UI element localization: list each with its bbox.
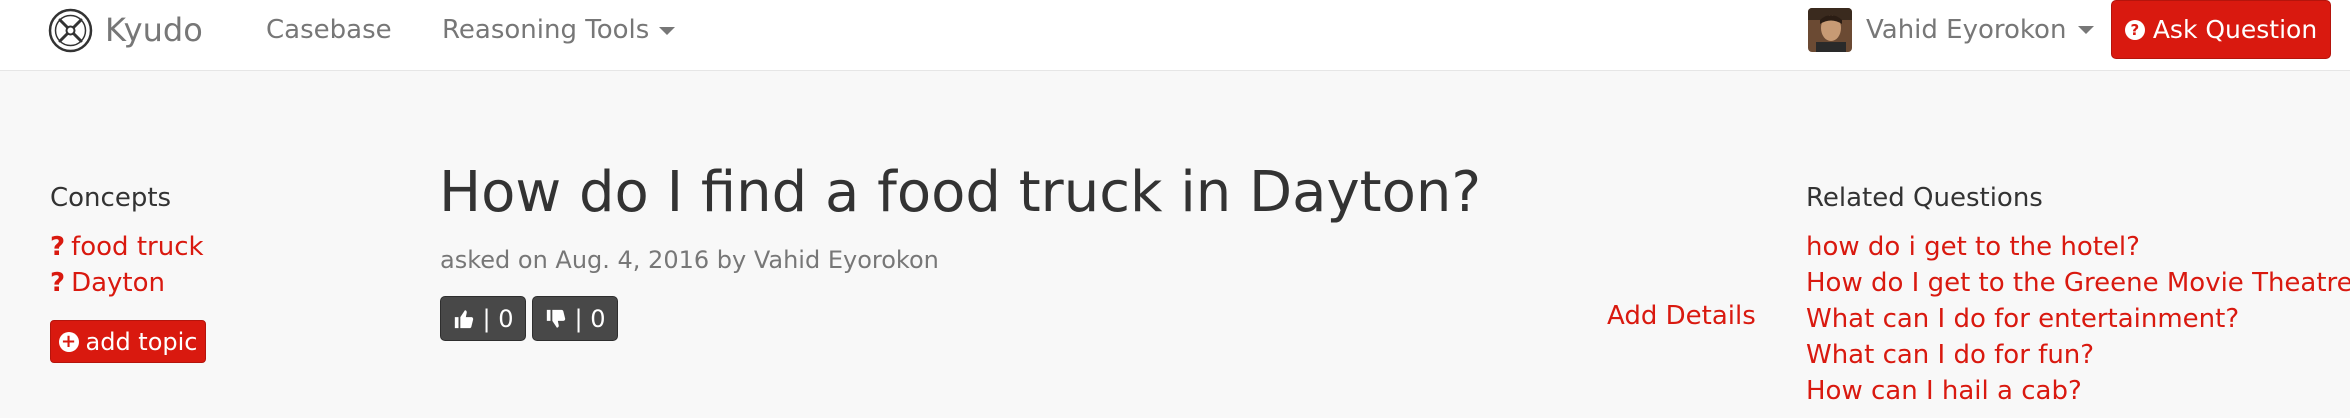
- downvote-button[interactable]: | 0: [532, 296, 618, 341]
- add-details-link[interactable]: Add Details: [1607, 301, 1756, 331]
- question-mark-icon: ?: [50, 268, 66, 298]
- thumbs-up-icon: [454, 309, 473, 328]
- related-question-link[interactable]: What can I do for entertainment?: [1806, 304, 2239, 334]
- related-question-link[interactable]: What can I do for fun?: [1806, 340, 2094, 370]
- concept-link-food-truck[interactable]: ? food truck: [50, 232, 204, 262]
- concept-label: food truck: [71, 232, 204, 262]
- nav-reasoning-tools-label: Reasoning Tools: [442, 15, 650, 45]
- ask-question-button[interactable]: ? Ask Question: [2111, 0, 2331, 59]
- plus-circle-icon: +: [58, 331, 79, 352]
- brand-link[interactable]: Kyudo: [48, 7, 203, 53]
- question-meta: asked on Aug. 4, 2016 by Vahid Eyorokon: [440, 246, 939, 274]
- nav-casebase[interactable]: Casebase: [266, 14, 392, 46]
- related-question-link[interactable]: How can I hail a cab?: [1806, 376, 2082, 406]
- related-question-link[interactable]: how do i get to the hotel?: [1806, 232, 2140, 262]
- question-circle-icon: ?: [2124, 19, 2145, 40]
- downvote-count: | 0: [574, 304, 606, 333]
- user-menu[interactable]: Vahid Eyorokon: [1808, 8, 2095, 52]
- upvote-count: | 0: [482, 304, 514, 333]
- thumbs-down-icon: [546, 309, 565, 328]
- caret-down-icon: [659, 26, 676, 35]
- concept-label: Dayton: [71, 268, 166, 298]
- concept-link-dayton[interactable]: ? Dayton: [50, 268, 165, 298]
- avatar: [1808, 8, 1852, 52]
- question-mark-icon: ?: [50, 232, 66, 262]
- top-navbar: Kyudo Casebase Reasoning Tools Vahid Eyo…: [0, 0, 2350, 71]
- nav-reasoning-tools[interactable]: Reasoning Tools: [442, 14, 676, 46]
- question-title: How do I find a food truck in Dayton?: [439, 160, 1482, 225]
- brand-name: Kyudo: [105, 11, 203, 49]
- caret-down-icon: [2078, 26, 2095, 34]
- kyudo-logo-icon: [48, 8, 93, 52]
- concepts-heading: Concepts: [50, 183, 172, 213]
- user-name: Vahid Eyorokon: [1866, 15, 2067, 45]
- add-topic-label: add topic: [85, 327, 198, 356]
- related-questions-heading: Related Questions: [1806, 183, 2043, 213]
- upvote-button[interactable]: | 0: [440, 296, 526, 341]
- ask-question-label: Ask Question: [2152, 15, 2318, 44]
- related-question-link[interactable]: How do I get to the Greene Movie Theatre…: [1806, 268, 2350, 298]
- add-topic-button[interactable]: + add topic: [50, 320, 206, 363]
